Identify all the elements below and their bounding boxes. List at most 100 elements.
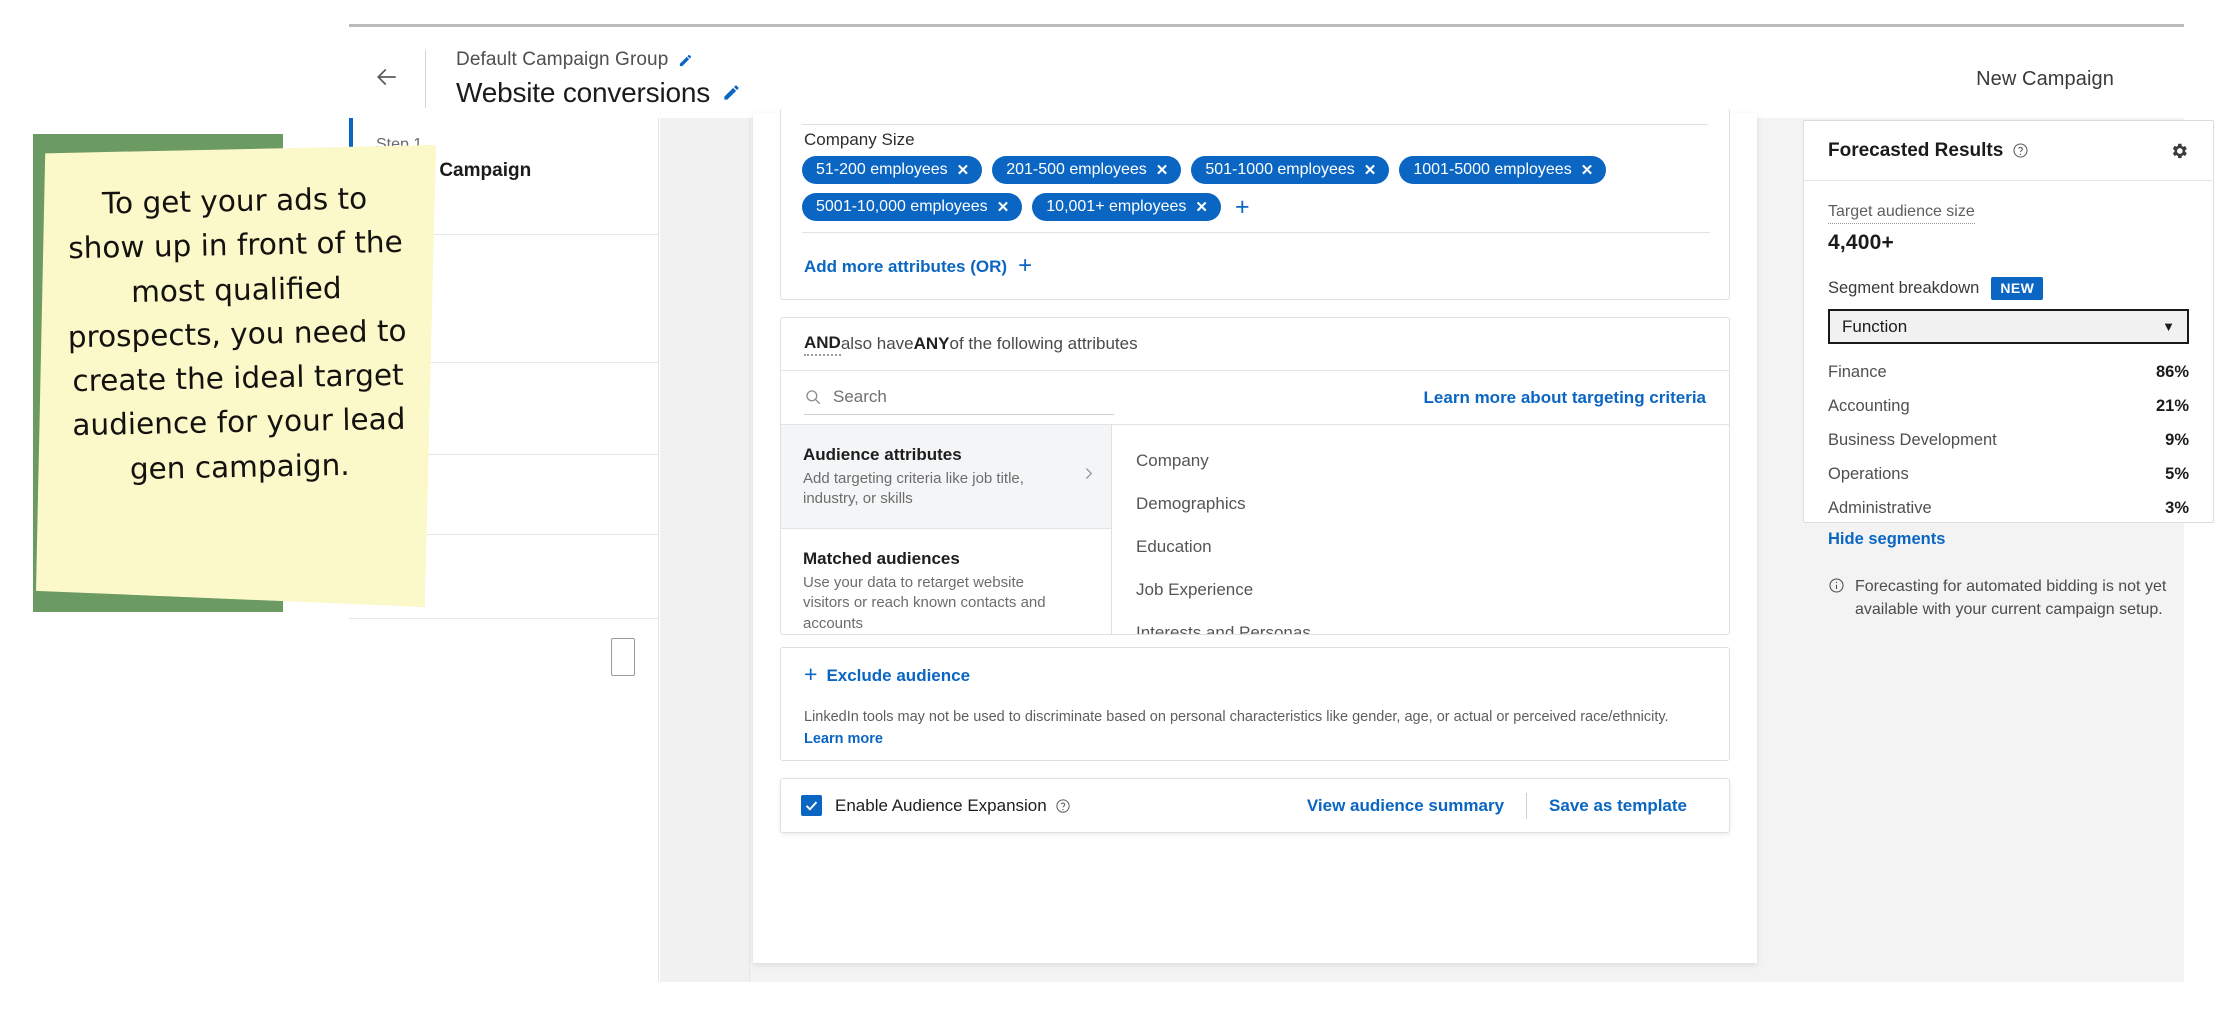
step-nav-stepper-box[interactable] bbox=[611, 638, 635, 676]
segment-list: Finance 86% Accounting 21% Business Deve… bbox=[1828, 360, 2189, 520]
question-circle-icon[interactable] bbox=[1055, 798, 1071, 814]
new-badge: NEW bbox=[1991, 277, 2044, 300]
chip-label: 1001-5000 employees bbox=[1413, 161, 1572, 178]
chip-remove-icon[interactable]: ✕ bbox=[1364, 163, 1377, 178]
disclaimer-learn-more-link[interactable]: Learn more bbox=[804, 731, 883, 747]
add-chip-plus-icon[interactable]: + bbox=[1231, 193, 1254, 221]
attribute-search-row: Learn more about targeting criteria bbox=[781, 371, 1729, 425]
any-keyword: ANY bbox=[913, 334, 950, 353]
sticky-note-text: To get your ads to show up in front of t… bbox=[67, 181, 407, 486]
search-box[interactable] bbox=[804, 381, 1114, 415]
enable-audience-expansion-label: Enable Audience Expansion bbox=[835, 795, 1047, 815]
chip-remove-icon[interactable]: ✕ bbox=[957, 163, 970, 178]
learn-more-targeting-link[interactable]: Learn more about targeting criteria bbox=[1424, 388, 1706, 408]
search-input[interactable] bbox=[831, 386, 1091, 408]
company-size-label: Company Size bbox=[804, 130, 915, 149]
and-middle-text: also have bbox=[840, 334, 914, 353]
search-icon bbox=[804, 388, 822, 406]
step-rule-5 bbox=[349, 618, 659, 619]
segment-row: Operations 5% bbox=[1828, 462, 2189, 486]
segment-breakdown-selected-value: Function bbox=[1842, 316, 1908, 336]
footer-actions: View audience summary Save as template bbox=[1285, 792, 1709, 819]
edit-campaign-group-pencil-icon[interactable] bbox=[678, 53, 693, 68]
enable-audience-expansion-checkbox[interactable] bbox=[801, 795, 822, 816]
and-condition-row: AND also have ANY of the following attri… bbox=[781, 318, 1729, 371]
sticky-note: To get your ads to show up in front of t… bbox=[36, 145, 436, 607]
chip-company-size[interactable]: 201-500 employees ✕ bbox=[992, 156, 1182, 184]
segment-breakdown-select[interactable]: Function ▼ bbox=[1828, 309, 2189, 344]
exclude-audience-label: Exclude audience bbox=[826, 666, 971, 685]
chip-company-size[interactable]: 1001-5000 employees ✕ bbox=[1399, 156, 1607, 184]
forecast-note: Forecasting for automated bidding is not… bbox=[1828, 575, 2189, 622]
forecasted-results-panel: Forecasted Results Target audience size … bbox=[1803, 120, 2214, 618]
chip-label: 501-1000 employees bbox=[1205, 161, 1355, 178]
category-item[interactable]: Demographics bbox=[1136, 482, 1729, 525]
info-circle-icon bbox=[1828, 577, 1845, 622]
plus-icon: + bbox=[1018, 252, 1033, 279]
segment-name: Business Development bbox=[1828, 430, 1997, 449]
chip-company-size[interactable]: 501-1000 employees ✕ bbox=[1191, 156, 1390, 184]
chip-label: 51-200 employees bbox=[816, 161, 948, 178]
new-campaign-label: New Campaign bbox=[1976, 67, 2114, 90]
exclude-audience-card: + Exclude audience LinkedIn tools may no… bbox=[780, 647, 1730, 761]
edit-campaign-name-pencil-icon[interactable] bbox=[722, 83, 741, 102]
and-keyword: AND bbox=[804, 333, 841, 356]
option-title: Audience attributes bbox=[803, 445, 962, 464]
chip-label: 5001-10,000 employees bbox=[816, 198, 988, 215]
option-audience-attributes[interactable]: Audience attributes Add targeting criter… bbox=[781, 425, 1111, 528]
chevron-right-icon bbox=[1080, 465, 1097, 487]
category-item[interactable]: Job Experience bbox=[1136, 568, 1729, 611]
attribute-picker: Audience attributes Add targeting criter… bbox=[781, 425, 1729, 634]
question-circle-icon[interactable] bbox=[2012, 142, 2029, 159]
campaign-audience-panel: Company Size 51-200 employees ✕ 201-500 … bbox=[753, 108, 1757, 963]
category-item[interactable]: Education bbox=[1136, 525, 1729, 568]
chip-company-size[interactable]: 10,001+ employees ✕ bbox=[1032, 193, 1221, 221]
and-suffix-text: of the following attributes bbox=[949, 334, 1138, 353]
option-subtitle: Use your data to retarget website visito… bbox=[803, 573, 1046, 632]
exclude-audience-button[interactable]: + Exclude audience bbox=[804, 663, 971, 686]
hide-segments-link[interactable]: Hide segments bbox=[1828, 530, 2189, 549]
view-audience-summary-link[interactable]: View audience summary bbox=[1285, 796, 1526, 816]
chip-remove-icon[interactable]: ✕ bbox=[1581, 163, 1594, 178]
discrimination-disclaimer: LinkedIn tools may not be used to discri… bbox=[804, 706, 1702, 750]
header-titles: Default Campaign Group Website conversio… bbox=[426, 49, 741, 109]
segment-percent: 5% bbox=[2165, 464, 2189, 483]
disclaimer-text: LinkedIn tools may not be used to discri… bbox=[804, 709, 1669, 725]
save-as-template-link[interactable]: Save as template bbox=[1527, 796, 1709, 816]
segment-percent: 9% bbox=[2165, 430, 2189, 449]
and-attributes-card: AND also have ANY of the following attri… bbox=[780, 317, 1730, 635]
campaign-group-row: Default Campaign Group bbox=[456, 49, 741, 72]
forecast-title: Forecasted Results bbox=[1828, 139, 2004, 161]
chevron-down-icon: ▼ bbox=[2162, 319, 2175, 334]
enable-audience-expansion-label-group: Enable Audience Expansion bbox=[835, 796, 1071, 816]
company-size-card: Company Size 51-200 employees ✕ 201-500 … bbox=[780, 108, 1730, 300]
screenshot-root: Default Campaign Group Website conversio… bbox=[0, 0, 2218, 1013]
forecast-title-group: Forecasted Results bbox=[1828, 140, 2029, 162]
campaign-name-row: Website conversions bbox=[456, 76, 741, 110]
gear-icon[interactable] bbox=[2169, 141, 2189, 161]
option-title: Matched audiences bbox=[803, 548, 960, 568]
page-title: Website conversions bbox=[456, 76, 711, 108]
scroll-gutter bbox=[660, 118, 750, 982]
segment-name: Finance bbox=[1828, 362, 1887, 381]
back-arrow-icon[interactable] bbox=[349, 49, 425, 109]
chip-remove-icon[interactable]: ✕ bbox=[1156, 163, 1169, 178]
app-window-header: Default Campaign Group Website conversio… bbox=[349, 24, 2184, 118]
category-item[interactable]: Interests and Personas bbox=[1136, 611, 1729, 634]
segment-percent: 21% bbox=[2155, 396, 2189, 415]
chip-label: 201-500 employees bbox=[1006, 161, 1147, 178]
attribute-type-list: Audience attributes Add targeting criter… bbox=[781, 425, 1112, 634]
category-item[interactable]: Company bbox=[1136, 439, 1729, 482]
segment-name: Administrative bbox=[1828, 498, 1932, 517]
segment-row: Finance 86% bbox=[1828, 360, 2189, 384]
chip-company-size[interactable]: 5001-10,000 employees ✕ bbox=[802, 193, 1023, 221]
audience-footer-bar: Enable Audience Expansion View audience … bbox=[780, 778, 1730, 833]
chip-remove-icon[interactable]: ✕ bbox=[997, 200, 1010, 215]
company-size-rule bbox=[802, 232, 1710, 233]
chip-company-size[interactable]: 51-200 employees ✕ bbox=[802, 156, 983, 184]
add-more-attributes-button[interactable]: Add more attributes (OR) + bbox=[804, 252, 1033, 279]
option-matched-audiences[interactable]: Matched audiences Use your data to retar… bbox=[781, 527, 1111, 634]
company-size-chip-list: 51-200 employees ✕ 201-500 employees ✕ 5… bbox=[802, 156, 1712, 221]
chip-remove-icon[interactable]: ✕ bbox=[1195, 200, 1208, 215]
forecast-header: Forecasted Results bbox=[1804, 121, 2213, 181]
